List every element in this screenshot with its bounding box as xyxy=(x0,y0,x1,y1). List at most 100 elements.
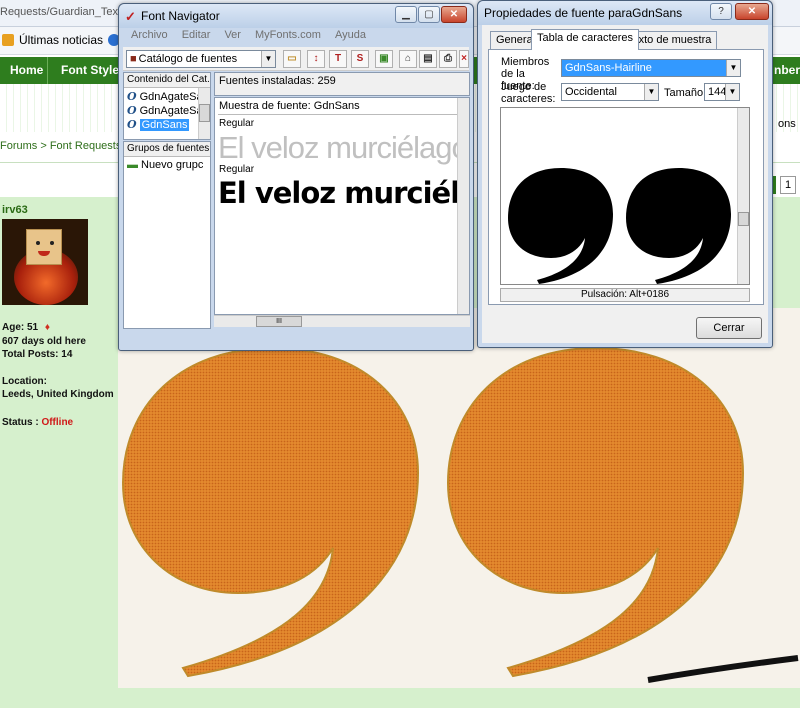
catalog-item-selected[interactable]: O GdnSans xyxy=(127,118,190,131)
font-navigator-icon: ✓ xyxy=(125,9,136,24)
chevron-down-icon[interactable]: ▼ xyxy=(644,84,658,100)
titlebar[interactable]: Propiedades de fuente paraGdnSans ? ✕ xyxy=(478,1,772,25)
glyph-quote-left xyxy=(508,168,613,284)
close-icon[interactable]: × xyxy=(459,50,469,68)
toolbar: ■ Catálogo de fuentes ▼ ▭ ↕ T S ▣ ⌂ ▤ ⎙ × xyxy=(123,47,469,71)
post-image-quote-marks xyxy=(118,308,800,688)
catalog-combo-value: Catálogo de fuentes xyxy=(138,53,238,65)
nav-font-styles[interactable]: Font Styles xyxy=(61,63,126,77)
sample-style-label: Regular xyxy=(219,118,255,129)
catalog-item-label: GdnAgateSa xyxy=(139,104,203,117)
text-t-icon[interactable]: T xyxy=(329,50,347,68)
avatar-box xyxy=(26,229,62,265)
catalog-item[interactable]: O GdnAgateSa xyxy=(127,90,203,103)
group-item-label: Nuevo grupc xyxy=(141,159,204,171)
sample-text-bold: El veloz murciél xyxy=(218,176,458,210)
font-sample-panel: Muestra de fuente: GdnSans Regular El ve… xyxy=(214,97,470,315)
catalog-item[interactable]: O GdnAgateSa xyxy=(127,104,203,117)
paper-text-fragment xyxy=(647,655,799,683)
scroll-thumb[interactable] xyxy=(738,212,749,226)
nav-options-fragment[interactable]: ons xyxy=(778,118,796,130)
strike-s-icon[interactable]: S xyxy=(351,50,369,68)
status-label: Status : xyxy=(2,417,42,428)
catalog-combo[interactable]: ■ Catálogo de fuentes ▼ xyxy=(126,50,276,68)
bookmark-news[interactable]: Últimas noticias xyxy=(2,33,121,47)
vertical-scrollbar[interactable] xyxy=(198,88,210,139)
size-select[interactable]: 144 ▼ xyxy=(704,83,740,101)
catalog-panel-header: Contenido del Cat... xyxy=(124,73,210,88)
folder-icon[interactable]: ▭ xyxy=(283,50,301,68)
nav-members-fragment[interactable]: nbers xyxy=(774,63,800,77)
status-value: Offline xyxy=(41,417,74,428)
preview-icon[interactable]: ▤ xyxy=(419,50,437,68)
avatar-eye xyxy=(50,241,54,245)
divider xyxy=(218,114,459,115)
charset-value: Occidental xyxy=(565,86,617,98)
opentype-icon: O xyxy=(127,104,137,117)
quote-marks-photo xyxy=(121,346,799,683)
groups-panel: Grupos de fuentes ▬ Nuevo grupc xyxy=(123,141,211,329)
quote-mark-left xyxy=(121,346,420,678)
vertical-scrollbar[interactable] xyxy=(737,108,749,284)
print-icon[interactable]: ⎙ xyxy=(439,50,457,68)
close-button[interactable]: ✕ xyxy=(441,6,467,23)
rss-icon xyxy=(2,34,14,46)
chevron-down-icon[interactable]: ▼ xyxy=(261,51,275,67)
menu-editar[interactable]: Editar xyxy=(182,29,211,45)
quote-mark-right xyxy=(446,346,745,678)
menu-bar: Archivo Editar Ver MyFonts.com Ayuda xyxy=(123,29,469,45)
add-icon[interactable]: ▣ xyxy=(375,50,393,68)
menu-myfonts[interactable]: MyFonts.com xyxy=(255,29,321,45)
group-folder-icon: ▬ xyxy=(127,159,138,171)
members-select[interactable]: GdnSans-Hairline ▼ xyxy=(561,59,741,77)
bookmark-label: Últimas noticias xyxy=(19,33,104,47)
catalog-panel: Contenido del Cat... O GdnAgateSa O GdnAga… xyxy=(123,72,211,140)
close-button[interactable]: ✕ xyxy=(735,3,769,20)
chevron-down-icon[interactable]: ▼ xyxy=(725,84,739,100)
nav-divider xyxy=(47,57,48,84)
keystroke-status: Pulsación: Alt+0186 xyxy=(500,288,750,302)
page-number[interactable]: 1 xyxy=(780,176,796,194)
font-navigator-window[interactable]: ✓ Font Navigator ▁ ▢ ✕ Archivo Editar Ve… xyxy=(118,3,474,351)
size-value: 144 xyxy=(708,86,727,98)
tab-character-map[interactable]: Tabla de caracteres xyxy=(531,29,639,50)
groups-panel-header: Grupos de fuentes xyxy=(124,142,210,157)
charset-label: Juego de caracteres: xyxy=(501,81,556,105)
help-button[interactable]: ? xyxy=(710,3,732,20)
profile-status: Status : Offline xyxy=(2,417,73,428)
horizontal-scrollbar[interactable]: III xyxy=(214,315,470,327)
minimize-button[interactable]: ▁ xyxy=(395,6,417,23)
nav-home[interactable]: Home xyxy=(10,63,43,77)
properties-icon[interactable]: ⌂ xyxy=(399,50,417,68)
username[interactable]: irv63 xyxy=(2,204,28,216)
glyph-preview-quote xyxy=(508,168,731,284)
book-icon: ■ xyxy=(130,53,137,65)
profile-location-label: Location: xyxy=(2,376,47,387)
scroll-thumb[interactable]: III xyxy=(256,316,302,327)
installed-fonts-count: Fuentes instaladas: 259 xyxy=(219,75,336,87)
sample-label: Muestra de fuente: GdnSans xyxy=(219,100,360,112)
glyph-quote-right xyxy=(626,168,731,284)
chevron-down-icon[interactable]: ▼ xyxy=(726,60,740,76)
scroll-thumb[interactable] xyxy=(199,104,210,122)
menu-ayuda[interactable]: Ayuda xyxy=(335,29,366,45)
age-text: Age: 51 xyxy=(2,322,39,333)
sample-text-hairline: El veloz murciélago xyxy=(218,130,458,165)
group-item[interactable]: ▬ Nuevo grupc xyxy=(127,159,203,171)
font-properties-dialog[interactable]: Propiedades de fuente paraGdnSans ? ✕ Ge… xyxy=(477,0,773,348)
sort-icon[interactable]: ↕ xyxy=(307,50,325,68)
dialog-title: Propiedades de fuente paraGdnSans xyxy=(484,6,683,20)
vertical-scrollbar[interactable] xyxy=(457,98,469,314)
close-dialog-button[interactable]: Cerrar xyxy=(696,317,762,339)
profile-age: Age: 51 ♦ xyxy=(2,322,50,333)
menu-ver[interactable]: Ver xyxy=(224,29,241,45)
installed-fonts-bar: Fuentes instaladas: 259 xyxy=(214,72,470,96)
charset-select[interactable]: Occidental ▼ xyxy=(561,83,659,101)
maximize-button[interactable]: ▢ xyxy=(418,6,440,23)
titlebar[interactable]: ✓ Font Navigator ▁ ▢ ✕ xyxy=(119,4,473,28)
profile-days: 607 days old here xyxy=(2,336,86,347)
window-title: Font Navigator xyxy=(141,9,220,23)
breadcrumb[interactable]: Forums > Font Requests > xyxy=(0,140,131,152)
menu-archivo[interactable]: Archivo xyxy=(131,29,168,45)
avatar[interactable] xyxy=(2,219,88,305)
